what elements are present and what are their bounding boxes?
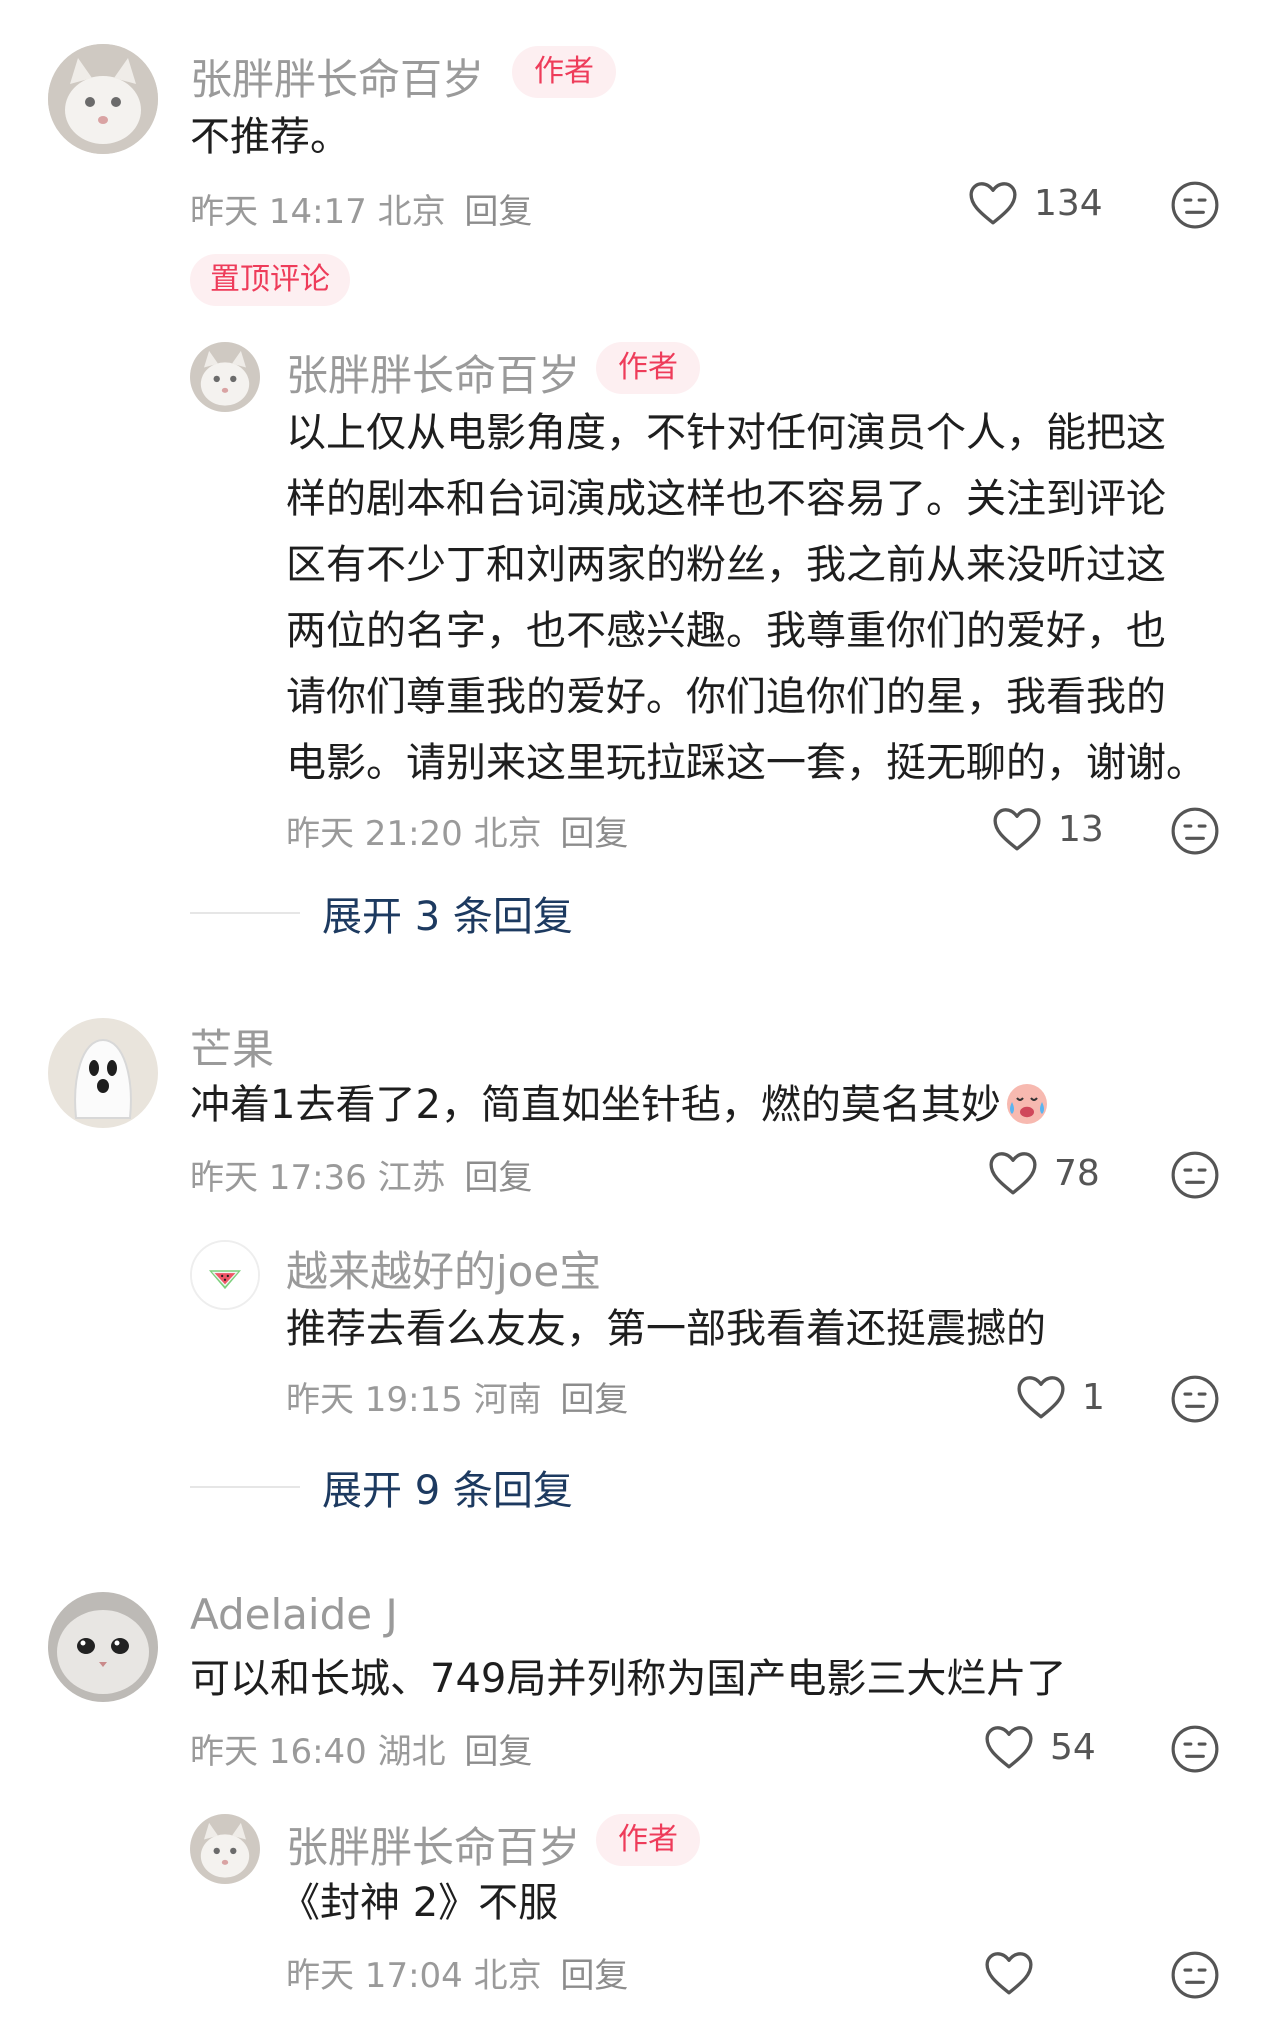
reply-button[interactable]: 回复 xyxy=(464,1732,532,1772)
heart-icon xyxy=(985,1952,1033,1995)
heart-icon xyxy=(969,182,1017,225)
comment-author[interactable]: 张胖胖长命百岁 xyxy=(190,46,484,107)
neutral-face-icon xyxy=(1171,807,1219,855)
comment-time-location: 昨天 14:17 北京 xyxy=(190,192,446,232)
dislike-button[interactable] xyxy=(1170,1724,1220,1774)
comment-text: 可以和长城、749局并列称为国产电影三大烂片了 xyxy=(190,1656,1067,1702)
reply-meta: 昨天 21:20 北京 回复 xyxy=(286,806,628,855)
reply-button[interactable]: 回复 xyxy=(560,1380,628,1420)
divider xyxy=(190,912,300,914)
pinned-comment-badge: 置顶评论 xyxy=(190,254,350,306)
like-button[interactable]: 54 xyxy=(984,1724,1096,1770)
expand-replies-button[interactable]: 展开 9 条回复 xyxy=(190,1458,573,1516)
author-badge: 作者 xyxy=(596,1814,700,1866)
avatar[interactable] xyxy=(48,1592,158,1702)
reply-time-location: 昨天 17:04 北京 xyxy=(286,1956,542,1996)
avatar[interactable] xyxy=(190,342,260,412)
reply-author[interactable]: 越来越好的joe宝 xyxy=(286,1238,601,1299)
comment-text: 不推荐。 xyxy=(190,114,350,160)
like-count: 13 xyxy=(1058,808,1104,850)
like-button[interactable] xyxy=(984,1950,1034,1996)
dislike-button[interactable] xyxy=(1170,1150,1220,1200)
heart-icon xyxy=(993,808,1041,851)
avatar[interactable] xyxy=(190,1814,260,1884)
dislike-button[interactable] xyxy=(1170,1374,1220,1424)
comment-meta: 昨天 14:17 北京 回复 xyxy=(190,184,532,233)
comment-author[interactable]: 芒果 xyxy=(190,1016,274,1077)
heart-icon xyxy=(989,1152,1037,1195)
avatar[interactable] xyxy=(48,1018,158,1128)
like-button[interactable]: 13 xyxy=(992,806,1104,852)
expand-replies-button[interactable]: 展开 3 条回复 xyxy=(190,884,573,942)
expand-replies-label: 展开 9 条回复 xyxy=(322,1468,573,1514)
reply-time-location: 昨天 19:15 河南 xyxy=(286,1380,542,1420)
reply-author[interactable]: 张胖胖长命百岁 xyxy=(286,342,580,403)
reply-meta: 昨天 17:04 北京 回复 xyxy=(286,1948,628,1997)
comment-time-location: 昨天 17:36 江苏 xyxy=(190,1158,446,1198)
neutral-face-icon xyxy=(1171,181,1219,229)
comment-time-location: 昨天 16:40 湖北 xyxy=(190,1732,446,1772)
neutral-face-icon xyxy=(1171,1375,1219,1423)
reply-text-line: 区有不少丁和刘两家的粉丝，我之前从来没听过这 xyxy=(286,542,1166,588)
reply-text-line: 电影。请别来这里玩拉踩这一套，挺无聊的，谢谢。 xyxy=(286,740,1206,786)
reply-meta: 昨天 19:15 河南 回复 xyxy=(286,1372,628,1421)
reply-time-location: 昨天 21:20 北京 xyxy=(286,814,542,854)
comment-text-content: 冲着1去看了2，简直如坐针毡，燃的莫名其妙 xyxy=(190,1082,1001,1128)
like-button[interactable]: 1 xyxy=(1016,1374,1105,1420)
reply-button[interactable]: 回复 xyxy=(560,1956,628,1996)
dislike-button[interactable] xyxy=(1170,806,1220,856)
dislike-button[interactable] xyxy=(1170,1950,1220,2000)
avatar[interactable] xyxy=(48,44,158,154)
like-button[interactable]: 78 xyxy=(988,1150,1100,1196)
comment-meta: 昨天 17:36 江苏 回复 xyxy=(190,1150,532,1199)
heart-icon xyxy=(1017,1376,1065,1419)
neutral-face-icon xyxy=(1171,1725,1219,1773)
reply-author[interactable]: 张胖胖长命百岁 xyxy=(286,1814,580,1875)
reply-text: 《封神 2》不服 xyxy=(280,1880,559,1926)
reply-text: 以上仅从电影角度，不针对任何演员个人，能把这 样的剧本和台词演成这样也不容易了。… xyxy=(286,400,1206,796)
comment-meta: 昨天 16:40 湖北 回复 xyxy=(190,1724,532,1773)
reply-button[interactable]: 回复 xyxy=(464,1158,532,1198)
expand-replies-label: 展开 3 条回复 xyxy=(322,894,573,940)
comment-author[interactable]: Adelaide J xyxy=(190,1590,398,1639)
like-count: 1 xyxy=(1082,1376,1105,1418)
neutral-face-icon xyxy=(1171,1151,1219,1199)
author-badge: 作者 xyxy=(596,342,700,394)
like-count: 78 xyxy=(1054,1152,1100,1194)
reply-text-line: 请你们尊重我的爱好。你们追你们的星，我看我的 xyxy=(286,674,1166,720)
like-count: 54 xyxy=(1050,1726,1096,1768)
reply-text-line: 样的剧本和台词演成这样也不容易了。关注到评论 xyxy=(286,476,1166,522)
reply-text: 推荐去看么友友，第一部我看着还挺震撼的 xyxy=(286,1306,1046,1352)
avatar[interactable] xyxy=(190,1240,260,1310)
reply-text-line: 两位的名字，也不感兴趣。我尊重你们的爱好，也 xyxy=(286,608,1166,654)
reply-button[interactable]: 回复 xyxy=(560,814,628,854)
like-button[interactable]: 134 xyxy=(968,180,1103,226)
neutral-face-icon xyxy=(1171,1951,1219,1999)
reply-button[interactable]: 回复 xyxy=(464,192,532,232)
divider xyxy=(190,1486,300,1488)
crying-face-emoji xyxy=(1006,1084,1047,1124)
dislike-button[interactable] xyxy=(1170,180,1220,230)
like-count: 134 xyxy=(1034,182,1103,224)
heart-icon xyxy=(985,1726,1033,1769)
comment-text: 冲着1去看了2，简直如坐针毡，燃的莫名其妙 xyxy=(190,1072,1051,1138)
reply-text-line: 以上仅从电影角度，不针对任何演员个人，能把这 xyxy=(286,410,1166,456)
author-badge: 作者 xyxy=(512,46,616,98)
